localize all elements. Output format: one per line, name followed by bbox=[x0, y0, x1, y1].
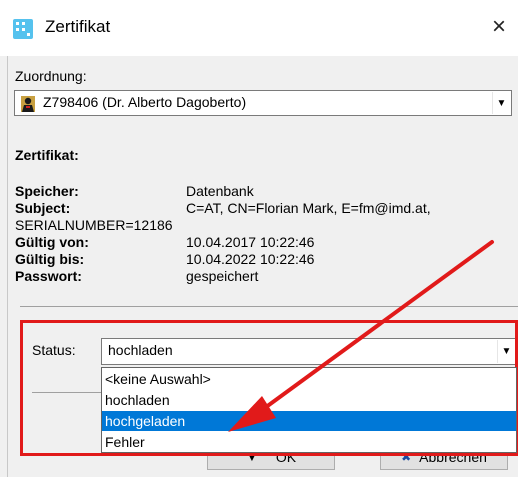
valid-until-label: Gültig bis: bbox=[15, 251, 85, 267]
dropdown-option-upload[interactable]: hochladen bbox=[102, 390, 516, 410]
subject-value-continued: SERIALNUMBER=12186 bbox=[15, 217, 173, 233]
certificate-heading: Zertifikat: bbox=[15, 147, 79, 163]
group-separator bbox=[20, 306, 518, 307]
subject-value: C=AT, CN=Florian Mark, E=fm@imd.at, bbox=[186, 200, 431, 216]
person-icon bbox=[21, 96, 35, 112]
window-border bbox=[0, 56, 8, 477]
window-title: Zertifikat bbox=[45, 17, 111, 36]
storage-label: Speicher: bbox=[15, 183, 79, 199]
storage-value: Datenbank bbox=[186, 183, 254, 199]
password-label: Passwort: bbox=[15, 268, 82, 284]
subject-label: Subject: bbox=[15, 200, 71, 216]
title-bar: Zertifikat × bbox=[0, 0, 518, 56]
dropdown-option-none[interactable]: <keine Auswahl> bbox=[102, 369, 516, 389]
valid-until-value: 10.04.2022 10:22:46 bbox=[186, 251, 315, 267]
certificate-dialog: Zertifikat × Zuordnung: Z798406 (Dr. Alb… bbox=[0, 0, 518, 477]
assignment-select[interactable]: Z798406 (Dr. Alberto Dagoberto) ▼ bbox=[14, 90, 512, 116]
valid-from-value: 10.04.2017 10:22:46 bbox=[186, 234, 315, 250]
valid-from-label: Gültig von: bbox=[15, 234, 89, 250]
assignment-label: Zuordnung: bbox=[15, 68, 87, 84]
password-value: gespeichert bbox=[186, 268, 259, 284]
dropdown-option-error[interactable]: Fehler bbox=[102, 432, 516, 452]
chevron-down-icon[interactable]: ▼ bbox=[492, 92, 510, 114]
status-dropdown-list[interactable]: <keine Auswahl> hochladen hochgeladen Fe… bbox=[101, 367, 517, 453]
app-icon bbox=[13, 19, 33, 39]
dropdown-option-uploaded[interactable]: hochgeladen bbox=[102, 411, 516, 431]
assignment-value: Z798406 (Dr. Alberto Dagoberto) bbox=[43, 94, 247, 110]
close-icon[interactable]: × bbox=[484, 12, 514, 42]
